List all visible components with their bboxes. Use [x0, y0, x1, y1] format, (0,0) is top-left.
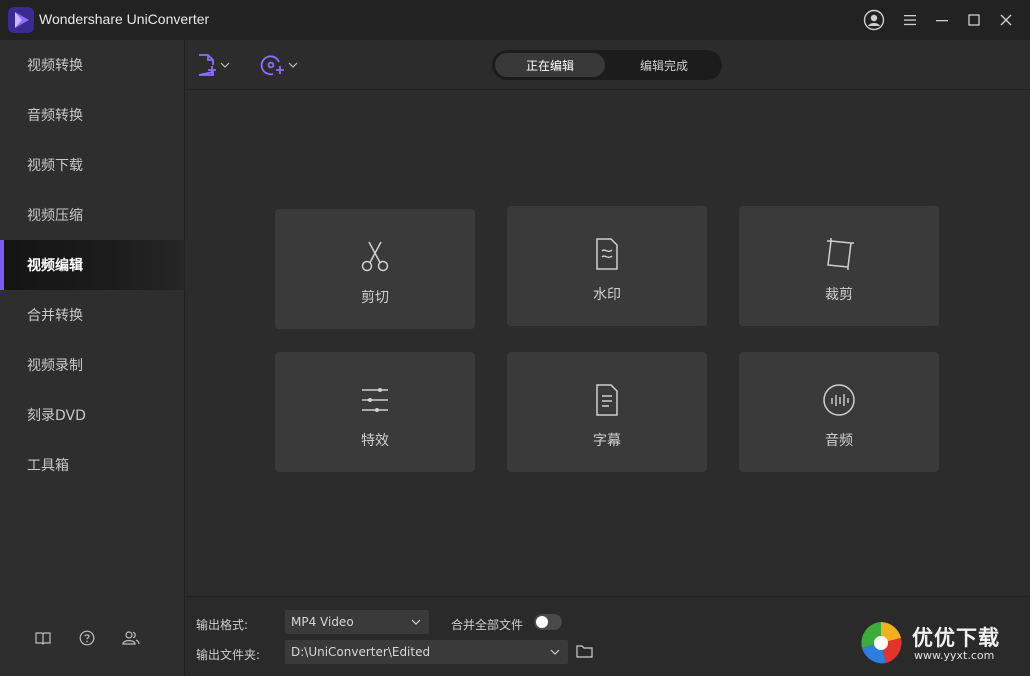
main-panel: 正在编辑 编辑完成 剪切 水印 裁剪 特效 字幕 音频	[186, 40, 1030, 596]
output-format-value: MP4 Video	[291, 615, 354, 629]
sidebar-item-video-edit[interactable]: 视频编辑	[0, 240, 185, 290]
book-icon	[35, 632, 51, 645]
tool-label: 水印	[593, 287, 621, 303]
sidebar-item-label: 视频录制	[27, 358, 83, 374]
sidebar-item-video-convert[interactable]: 视频转换	[0, 40, 185, 90]
chevron-down-icon	[550, 649, 560, 655]
output-folder-label: 输出文件夹:	[196, 648, 261, 662]
crop-icon	[827, 238, 854, 270]
account-icon	[863, 9, 885, 31]
minimize-icon	[936, 20, 948, 22]
open-folder-button[interactable]	[576, 643, 596, 661]
sidebar-item-record[interactable]: 视频录制	[0, 340, 185, 390]
title-bar: Wondershare UniConverter	[0, 0, 1030, 40]
site-watermark: 优优下载 www.yyxt.com	[856, 618, 1024, 668]
sidebar-item-burn-dvd[interactable]: 刻录DVD	[0, 390, 185, 440]
sidebar-item-toolbox[interactable]: 工具箱	[0, 440, 185, 490]
scissors-icon	[361, 241, 389, 272]
tool-card-audio[interactable]: 音频	[739, 352, 939, 472]
tool-card-trim[interactable]: 剪切	[275, 209, 475, 329]
tool-label: 特效	[361, 433, 389, 449]
merge-all-toggle[interactable]	[534, 614, 562, 630]
sidebar-item-label: 视频编辑	[27, 258, 83, 274]
add-dvd-icon	[260, 55, 284, 76]
subtitle-icon	[596, 384, 618, 416]
effects-icon	[362, 388, 388, 412]
output-format-label: 输出格式:	[196, 618, 249, 632]
output-folder-value: D:\UniConverter\Edited	[291, 645, 431, 659]
tool-label: 音频	[825, 433, 853, 449]
account-button[interactable]	[862, 8, 886, 32]
menu-button[interactable]	[898, 8, 922, 32]
toolbar: 正在编辑 编辑完成	[186, 40, 1030, 90]
site-url: www.yyxt.com	[914, 649, 995, 662]
audio-icon	[823, 384, 855, 416]
app-logo-icon	[8, 7, 34, 33]
add-file-button[interactable]	[196, 52, 230, 78]
guide-button[interactable]	[33, 628, 53, 648]
output-format-select[interactable]: MP4 Video	[285, 610, 429, 634]
site-name: 优优下载	[912, 626, 1000, 650]
sidebar-item-label: 视频压缩	[27, 208, 83, 224]
help-icon	[79, 630, 95, 646]
chevron-down-icon	[411, 619, 421, 625]
app-title: Wondershare UniConverter	[39, 11, 210, 27]
tool-card-crop[interactable]: 裁剪	[739, 206, 939, 326]
sidebar-item-audio-convert[interactable]: 音频转换	[0, 90, 185, 140]
menu-icon	[904, 15, 916, 26]
close-button[interactable]	[994, 8, 1018, 32]
sidebar: 视频转换 音频转换 视频下载 视频压缩 视频编辑 合并转换 视频录制 刻录DVD…	[0, 40, 185, 676]
sidebar-item-merge[interactable]: 合并转换	[0, 290, 185, 340]
add-dvd-button[interactable]	[260, 52, 298, 78]
add-file-icon	[198, 54, 216, 76]
chevron-down-icon	[220, 62, 230, 68]
close-icon	[1000, 14, 1012, 26]
chevron-down-icon	[288, 62, 298, 68]
help-button[interactable]	[77, 628, 97, 648]
tool-label: 字幕	[593, 433, 621, 449]
sidebar-item-label: 工具箱	[27, 458, 69, 474]
maximize-icon	[968, 14, 980, 26]
sidebar-item-label: 视频下载	[27, 158, 83, 174]
sidebar-item-label: 刻录DVD	[27, 408, 86, 424]
minimize-button[interactable]	[930, 8, 954, 32]
tab-edited[interactable]: 编辑完成	[609, 53, 719, 77]
folder-icon	[576, 645, 593, 658]
tab-editing[interactable]: 正在编辑	[495, 53, 605, 77]
tool-label: 剪切	[361, 290, 389, 306]
tool-card-effects[interactable]: 特效	[275, 352, 475, 472]
sidebar-item-label: 合并转换	[27, 308, 83, 324]
sidebar-item-label: 视频转换	[27, 58, 83, 74]
sidebar-item-video-download[interactable]: 视频下载	[0, 140, 185, 190]
tool-label: 裁剪	[825, 287, 853, 303]
maximize-button[interactable]	[962, 8, 986, 32]
output-folder-select[interactable]: D:\UniConverter\Edited	[285, 640, 568, 664]
edit-status-tabs: 正在编辑 编辑完成	[492, 50, 722, 80]
users-icon	[122, 631, 140, 645]
site-logo-icon	[861, 622, 902, 664]
tool-card-watermark[interactable]: 水印	[507, 206, 707, 326]
merge-all-label: 合并全部文件	[451, 618, 524, 632]
tool-card-subtitle[interactable]: 字幕	[507, 352, 707, 472]
sidebar-item-label: 音频转换	[27, 108, 83, 124]
sidebar-item-video-compress[interactable]: 视频压缩	[0, 190, 185, 240]
users-button[interactable]	[121, 628, 141, 648]
watermark-icon	[596, 238, 618, 270]
